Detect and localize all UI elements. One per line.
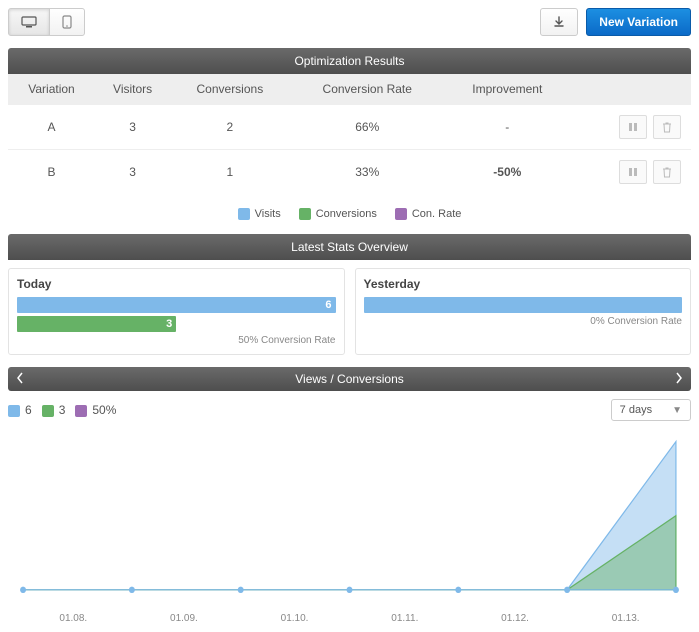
results-header: Optimization Results bbox=[8, 48, 691, 74]
today-title: Today bbox=[17, 277, 336, 291]
x-tick: 01.11. bbox=[391, 613, 418, 624]
download-icon bbox=[553, 16, 565, 28]
delete-button[interactable] bbox=[653, 160, 681, 184]
pause-icon bbox=[628, 167, 638, 177]
yesterday-box: Yesterday 0% Conversion Rate bbox=[355, 268, 692, 355]
mobile-icon bbox=[62, 15, 72, 29]
col-visitors: Visitors bbox=[95, 74, 170, 105]
today-conversions-value: 3 bbox=[166, 316, 172, 332]
cell-rate: 33% bbox=[290, 150, 446, 195]
swatch-visits bbox=[8, 405, 20, 417]
swatch-rate bbox=[75, 405, 87, 417]
prev-chart-button[interactable] bbox=[16, 371, 24, 387]
x-tick: 01.09. bbox=[170, 613, 198, 624]
cell-improvement: -50% bbox=[445, 150, 570, 195]
today-box: Today 6 3 50% Conversion Rate bbox=[8, 268, 345, 355]
cell-rate: 66% bbox=[290, 105, 446, 150]
chevron-left-icon bbox=[16, 372, 24, 384]
mobile-view-button[interactable] bbox=[49, 8, 85, 36]
legend-con-rate: Con. Rate bbox=[412, 208, 462, 220]
today-visits-value: 6 bbox=[325, 297, 331, 313]
chart-legend: Visits Conversions Con. Rate bbox=[8, 208, 691, 220]
cell-conversions: 1 bbox=[170, 150, 289, 195]
x-tick: 01.12. bbox=[501, 613, 529, 624]
desktop-icon bbox=[21, 16, 37, 28]
views-header-label: Views / Conversions bbox=[295, 372, 404, 386]
table-row: B 3 1 33% -50% bbox=[8, 150, 691, 195]
mini-conversions: 3 bbox=[59, 403, 66, 417]
chart-area bbox=[8, 431, 691, 611]
today-rate-text: 50% Conversion Rate bbox=[17, 335, 336, 346]
new-variation-button[interactable]: New Variation bbox=[586, 8, 691, 36]
yesterday-rate-text: 0% Conversion Rate bbox=[364, 316, 683, 327]
today-visits-bar: 6 bbox=[17, 297, 336, 313]
col-conversions: Conversions bbox=[170, 74, 289, 105]
legend-conversions: Conversions bbox=[316, 208, 377, 220]
cell-improvement: - bbox=[445, 105, 570, 150]
yesterday-visits-bar bbox=[364, 297, 683, 313]
cell-conversions: 2 bbox=[170, 105, 289, 150]
views-header-nav: Views / Conversions bbox=[8, 367, 691, 391]
col-variation: Variation bbox=[8, 74, 95, 105]
download-button[interactable] bbox=[540, 8, 578, 36]
table-row: A 3 2 66% - bbox=[8, 105, 691, 150]
cell-variation: A bbox=[8, 105, 95, 150]
yesterday-title: Yesterday bbox=[364, 277, 683, 291]
chart-x-labels: 01.08. 01.09. 01.10. 01.11. 01.12. 01.13. bbox=[8, 613, 691, 624]
desktop-view-button[interactable] bbox=[8, 8, 50, 36]
overview-header: Latest Stats Overview bbox=[8, 234, 691, 260]
pause-icon bbox=[628, 122, 638, 132]
top-toolbar: New Variation bbox=[8, 8, 691, 36]
swatch-visits bbox=[238, 208, 250, 220]
pause-button[interactable] bbox=[619, 115, 647, 139]
swatch-conversions bbox=[299, 208, 311, 220]
mini-legend: 6 3 50% bbox=[8, 403, 116, 417]
cell-visitors: 3 bbox=[95, 105, 170, 150]
x-tick: 01.08. bbox=[59, 613, 87, 624]
results-table: Variation Visitors Conversions Conversio… bbox=[8, 74, 691, 194]
x-tick: 01.10. bbox=[281, 613, 309, 624]
delete-button[interactable] bbox=[653, 115, 681, 139]
mini-rate: 50% bbox=[92, 403, 116, 417]
results-section: Optimization Results Variation Visitors … bbox=[8, 48, 691, 194]
mini-visits: 6 bbox=[25, 403, 32, 417]
cell-visitors: 3 bbox=[95, 150, 170, 195]
chevron-down-icon: ▼ bbox=[672, 405, 682, 416]
col-rate: Conversion Rate bbox=[290, 74, 446, 105]
chevron-right-icon bbox=[675, 372, 683, 384]
trash-icon bbox=[662, 167, 672, 178]
cell-variation: B bbox=[8, 150, 95, 195]
range-select[interactable]: 7 days ▼ bbox=[611, 399, 691, 421]
x-tick: 01.13. bbox=[612, 613, 640, 624]
next-chart-button[interactable] bbox=[675, 371, 683, 387]
today-conversions-bar: 3 bbox=[17, 316, 176, 332]
swatch-conversions bbox=[42, 405, 54, 417]
trash-icon bbox=[662, 122, 672, 133]
range-select-value: 7 days bbox=[620, 404, 652, 416]
col-improvement: Improvement bbox=[445, 74, 570, 105]
legend-visits: Visits bbox=[255, 208, 281, 220]
pause-button[interactable] bbox=[619, 160, 647, 184]
swatch-con-rate bbox=[395, 208, 407, 220]
